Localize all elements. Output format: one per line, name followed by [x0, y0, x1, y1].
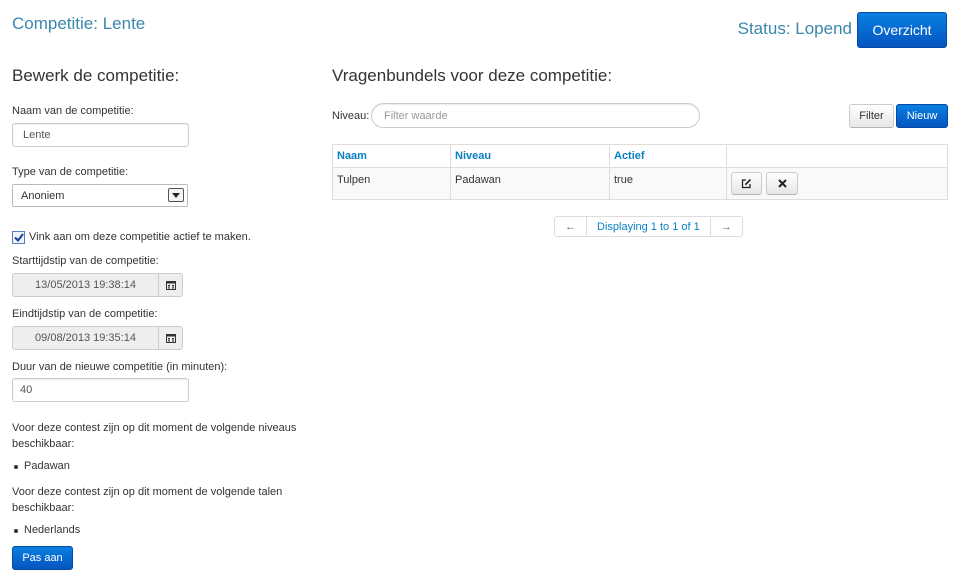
table-row: Tulpen Padawan true [332, 167, 948, 200]
filter-label: Niveau: [332, 110, 370, 122]
list-item: Nederlands [12, 524, 80, 536]
type-select-value: Anoniem [21, 189, 65, 202]
column-header-actions [726, 144, 948, 168]
calendar-icon [165, 281, 176, 290]
active-checkbox[interactable] [12, 231, 25, 244]
end-calendar-button[interactable] [158, 326, 183, 350]
cell-niveau: Padawan [450, 167, 610, 200]
overview-button[interactable]: Overzicht [857, 12, 947, 48]
bundles-table: Naam Niveau Actief Tulpen Padawan true [332, 144, 948, 200]
sort-link-niveau[interactable]: Niveau [455, 150, 491, 162]
column-header-niveau[interactable]: Niveau [450, 144, 610, 168]
type-label: Type van de competitie: [12, 166, 129, 178]
checkmark-icon [13, 233, 24, 242]
new-button[interactable]: Nieuw [896, 104, 948, 128]
form-heading: Bewerk de competitie: [12, 66, 180, 85]
duration-input[interactable]: 40 [12, 378, 189, 402]
end-label: Eindtijdstip van de competitie: [12, 308, 158, 320]
status-text: Status: Lopend [737, 19, 852, 38]
cell-naam: Tulpen [332, 167, 451, 200]
column-header-naam[interactable]: Naam [332, 144, 451, 168]
levels-list: Padawan [12, 460, 70, 472]
filter-input[interactable]: Filter waarde [371, 103, 700, 128]
languages-text: Voor deze contest zijn op dit moment de … [12, 486, 283, 514]
table-header-row: Naam Niveau Actief [332, 144, 948, 168]
cell-actief: true [609, 167, 727, 200]
languages-list: Nederlands [12, 524, 80, 536]
name-label: Naam van de competitie: [12, 105, 134, 117]
start-label: Starttijdstip van de competitie: [12, 255, 159, 267]
dropdown-arrow-icon[interactable] [168, 188, 184, 202]
start-calendar-button[interactable] [158, 273, 183, 297]
pagination: ← Displaying 1 to 1 of 1 → [554, 216, 743, 237]
submit-button[interactable]: Pas aan [12, 546, 73, 570]
sort-link-naam[interactable]: Naam [337, 150, 367, 162]
active-label: Vink aan om deze competitie actief te ma… [29, 231, 251, 243]
pager-next-button[interactable]: → [709, 217, 742, 236]
cell-actions [726, 167, 948, 200]
edit-icon [741, 178, 752, 189]
delete-icon [777, 179, 787, 188]
bundles-heading: Vragenbundels voor deze competitie: [332, 66, 613, 85]
edit-button[interactable] [731, 172, 762, 195]
calendar-icon [165, 334, 176, 343]
column-header-actief[interactable]: Actief [609, 144, 727, 168]
filter-button[interactable]: Filter [849, 104, 894, 128]
pager-info: Displaying 1 to 1 of 1 [586, 217, 710, 236]
page-title: Competitie: Lente [12, 14, 146, 33]
list-item: Padawan [12, 460, 70, 472]
levels-text: Voor deze contest zijn op dit moment de … [12, 422, 297, 450]
name-input[interactable]: Lente [12, 123, 189, 147]
start-datetime-input[interactable]: 13/05/2013 19:38:14 [12, 273, 158, 297]
duration-label: Duur van de nieuwe competitie (in minute… [12, 361, 228, 373]
delete-button[interactable] [766, 172, 798, 195]
end-datetime-input[interactable]: 09/08/2013 19:35:14 [12, 326, 158, 350]
pager-prev-button[interactable]: ← [555, 217, 586, 236]
type-select[interactable]: Anoniem [12, 184, 188, 207]
sort-link-actief[interactable]: Actief [614, 150, 645, 162]
